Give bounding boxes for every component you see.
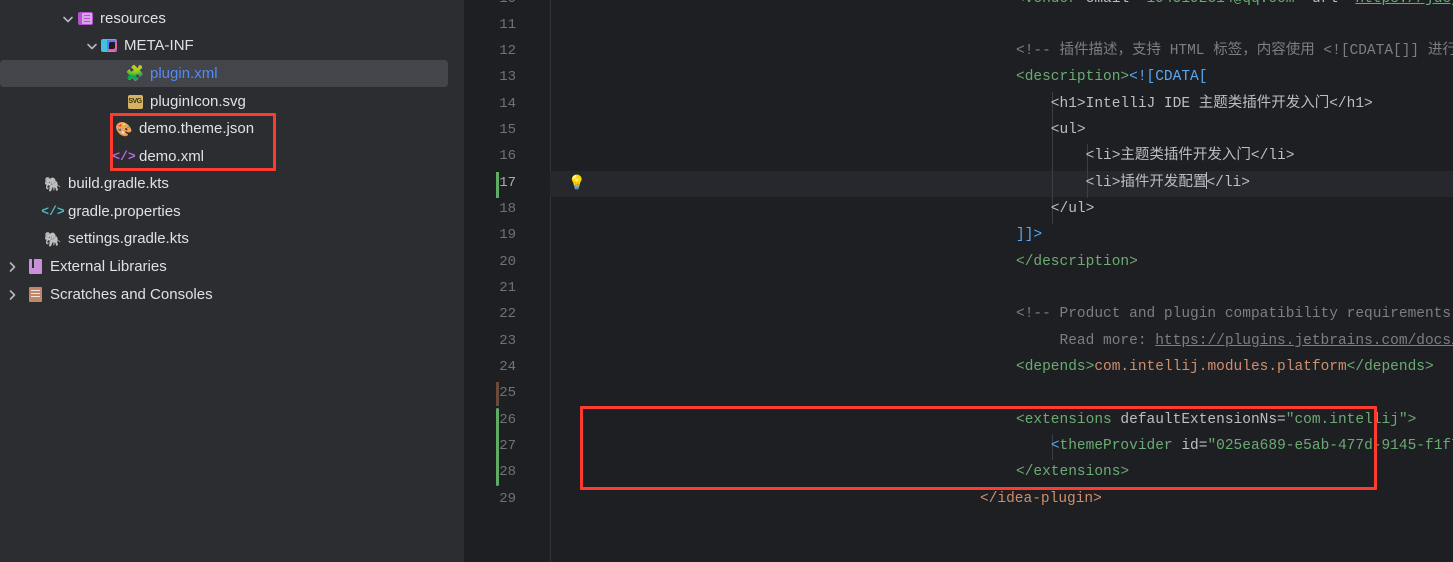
ide-window: resources META-INF 🧩 plugin.xml SVG plug… bbox=[0, 0, 1453, 562]
code-line-16[interactable]: <li>主题类插件开发入门</li> bbox=[1016, 144, 1295, 170]
gradle-elephant-icon: 🐘 bbox=[44, 175, 62, 192]
svg-file-icon: SVG bbox=[126, 93, 144, 111]
properties-code-icon: </> bbox=[41, 204, 65, 219]
code-line-14[interactable]: <h1>IntelliJ IDE 主题类插件开发入门</h1> bbox=[1016, 92, 1373, 118]
code-line-27[interactable]: <themeProvider id="025ea689-e5ab-477d-91… bbox=[1016, 434, 1453, 460]
line-number: 22 bbox=[499, 306, 516, 322]
line-number: 24 bbox=[499, 359, 516, 375]
line-number: 16 bbox=[499, 148, 516, 164]
tree-item-demo-theme-json[interactable]: 🎨 demo.theme.json bbox=[0, 115, 464, 142]
tree-item-external-libraries[interactable]: External Libraries bbox=[0, 253, 464, 280]
line-number: 11 bbox=[499, 17, 516, 33]
code-line-13[interactable]: <description><![CDATA[ bbox=[1016, 65, 1207, 91]
gradle-elephant-icon: 🐘 bbox=[44, 230, 62, 247]
folder-resources-icon bbox=[76, 10, 94, 28]
palette-icon: 🎨 bbox=[115, 120, 133, 137]
tree-item-plugin-xml[interactable]: 🧩 plugin.xml bbox=[0, 60, 448, 87]
folder-metainf-icon bbox=[100, 37, 118, 55]
chevron-down-icon[interactable] bbox=[60, 11, 76, 27]
tree-item-label: settings.gradle.kts bbox=[68, 230, 189, 247]
gutter-separator bbox=[550, 0, 551, 562]
project-tool-window[interactable]: resources META-INF 🧩 plugin.xml SVG plug… bbox=[0, 0, 464, 562]
scratch-icon bbox=[26, 286, 44, 304]
text-caret bbox=[1206, 172, 1208, 189]
line-number: 25 bbox=[499, 385, 516, 401]
line-number: 20 bbox=[499, 254, 516, 270]
code-line-18[interactable]: </ul> bbox=[1016, 197, 1095, 223]
puzzle-icon: 🧩 bbox=[125, 65, 145, 82]
tree-item-label: build.gradle.kts bbox=[68, 175, 169, 192]
code-line-15[interactable]: <ul> bbox=[1016, 118, 1086, 144]
code-line-23[interactable]: Read more: https://plugins.jetbrains.com… bbox=[1016, 329, 1453, 355]
line-number: 13 bbox=[499, 69, 516, 85]
line-number: 23 bbox=[499, 333, 516, 349]
tree-item-build-gradle-kts[interactable]: 🐘 build.gradle.kts bbox=[0, 170, 464, 197]
code-line-12[interactable]: <!-- 插件描述，支持 HTML 标签，内容使用 <![CDATA[]] 进行… bbox=[1016, 39, 1453, 65]
code-line-26[interactable]: <extensions defaultExtensionNs="com.inte… bbox=[1016, 408, 1416, 434]
tree-item-demo-xml[interactable]: </> demo.xml bbox=[0, 143, 464, 170]
line-number: 29 bbox=[499, 491, 516, 507]
code-line-24[interactable]: <depends>com.intellij.modules.platform</… bbox=[1016, 355, 1434, 381]
tree-item-gradle-properties[interactable]: </> gradle.properties bbox=[0, 198, 464, 225]
line-number: 27 bbox=[499, 438, 516, 454]
tree-item-label: External Libraries bbox=[50, 258, 167, 275]
tree-item-plugin-icon-svg[interactable]: SVG pluginIcon.svg bbox=[0, 88, 464, 115]
xml-code-icon: </> bbox=[112, 149, 136, 164]
current-line-highlight bbox=[550, 171, 1453, 197]
tree-item-label: Scratches and Consoles bbox=[50, 286, 213, 303]
chevron-right-icon[interactable] bbox=[4, 259, 20, 275]
line-number: 28 bbox=[499, 464, 516, 480]
tree-item-label: META-INF bbox=[124, 37, 194, 54]
code-line-17[interactable]: <li>插件开发配置</li> bbox=[1016, 171, 1250, 197]
library-icon bbox=[26, 258, 44, 276]
line-number: 17 bbox=[499, 175, 516, 191]
code-line-29[interactable]: </idea-plugin> bbox=[980, 487, 1102, 513]
line-number: 10 bbox=[464, 0, 516, 13]
tree-item-label: demo.theme.json bbox=[139, 120, 255, 137]
code-line-20[interactable]: </description> bbox=[1016, 250, 1138, 276]
code-line-10[interactable]: <vendor email="1945192314@qq.com" url="h… bbox=[1016, 0, 1453, 13]
tree-item-label: gradle.properties bbox=[68, 203, 181, 220]
line-number: 21 bbox=[499, 280, 516, 296]
line-number: 15 bbox=[499, 122, 516, 138]
line-number: 14 bbox=[499, 96, 516, 112]
tree-item-label: plugin.xml bbox=[150, 65, 218, 82]
tree-item-label: pluginIcon.svg bbox=[150, 93, 246, 110]
line-number: 26 bbox=[499, 412, 516, 428]
tree-item-scratches-and-consoles[interactable]: Scratches and Consoles bbox=[0, 281, 464, 308]
tree-item-settings-gradle-kts[interactable]: 🐘 settings.gradle.kts bbox=[0, 225, 464, 252]
line-number: 19 bbox=[499, 227, 516, 243]
code-line-28[interactable]: </extensions> bbox=[1016, 460, 1129, 486]
tree-item-label: resources bbox=[100, 10, 166, 27]
lightbulb-icon[interactable]: 💡 bbox=[568, 176, 585, 192]
tree-item-resources[interactable]: resources bbox=[0, 5, 464, 32]
chevron-right-icon[interactable] bbox=[4, 287, 20, 303]
chevron-down-icon[interactable] bbox=[84, 38, 100, 54]
code-line-19[interactable]: ]]> bbox=[1016, 223, 1042, 249]
line-number: 18 bbox=[499, 201, 516, 217]
code-line-22[interactable]: <!-- Product and plugin compatibility re… bbox=[1016, 302, 1453, 328]
tree-item-meta-inf[interactable]: META-INF bbox=[0, 32, 464, 59]
line-number: 12 bbox=[499, 43, 516, 59]
tree-item-label: demo.xml bbox=[139, 148, 205, 165]
code-editor[interactable]: 💡 10 11 12 13 14 15 16 17 18 19 20 21 22… bbox=[464, 0, 1453, 562]
